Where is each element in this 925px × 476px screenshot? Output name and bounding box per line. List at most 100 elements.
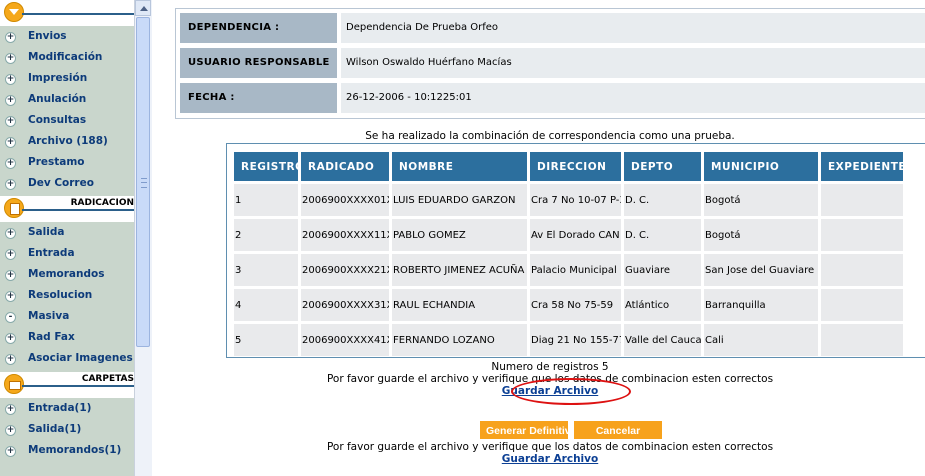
- sidebar-item-dev-correo[interactable]: + Dev Correo: [0, 173, 134, 194]
- carpetas-title: CARPETAS: [77, 374, 134, 384]
- verify-message-2: Por favor guarde el archivo y verifique …: [326, 441, 774, 453]
- scroll-up-arrow-icon[interactable]: [135, 0, 151, 16]
- sidebar-item-entrada[interactable]: + Entrada: [0, 243, 134, 264]
- sidebar-item-label: Entrada(1): [28, 402, 92, 414]
- grip-icon: [141, 178, 147, 188]
- sidebar-item-impresi-n[interactable]: + Impresión: [0, 68, 134, 89]
- table-cell: Guaviare: [624, 254, 701, 286]
- expand-icon[interactable]: +: [5, 354, 16, 365]
- table-cell: Bogotá: [704, 184, 818, 216]
- document-icon: [4, 198, 24, 218]
- table-cell: Diag 21 No 155-77: [530, 324, 621, 356]
- sidebar-item-label: Entrada: [28, 247, 75, 259]
- column-header[interactable]: MUNICIPIO: [704, 152, 818, 181]
- results-table: REGISTRORADICADONOMBREDIRECCIONDEPTOMUNI…: [231, 149, 906, 359]
- sidebar-item-anulaci-n[interactable]: + Anulación: [0, 89, 134, 110]
- sidebar-item-salida-1[interactable]: + Salida(1): [0, 419, 134, 440]
- chevron-down-icon[interactable]: [4, 2, 24, 22]
- table-cell: PABLO GOMEZ: [392, 219, 527, 251]
- divider: [22, 385, 134, 387]
- expand-icon[interactable]: +: [5, 291, 16, 302]
- table-cell: Bogotá: [704, 219, 818, 251]
- sidebar-item-salida[interactable]: + Salida: [0, 222, 134, 243]
- expand-icon[interactable]: +: [5, 95, 16, 106]
- sidebar-item-archivo-188[interactable]: + Archivo (188): [0, 131, 134, 152]
- table-cell: 2006900XXXX21X: [301, 254, 389, 286]
- sidebar: + Envios + Modificación + Impresión + Anulación…: [0, 0, 134, 476]
- generar-definitivo-button[interactable]: Generar Definitivo: [480, 421, 568, 439]
- divider: [22, 209, 134, 211]
- sidebar-item-asociar-imagenes[interactable]: + Asociar Imagenes: [0, 348, 134, 369]
- expand-icon[interactable]: +: [5, 179, 16, 190]
- table-cell: ROBERTO JIMENEZ ACUÑA: [392, 254, 527, 286]
- sidebar-scrollbar[interactable]: [134, 0, 152, 476]
- expand-icon[interactable]: +: [5, 404, 16, 415]
- expand-icon[interactable]: +: [5, 32, 16, 43]
- table-cell: RAUL ECHANDIA: [392, 289, 527, 321]
- expand-icon[interactable]: +: [5, 228, 16, 239]
- fecha-row: FECHA : 26-12-2006 - 10:1225:01: [180, 83, 925, 113]
- table-cell: 2006900XXXX41X: [301, 324, 389, 356]
- table-row: 5 2006900XXXX41X FERNANDO LOZANO Diag 21 No…: [234, 324, 903, 356]
- table-cell: [821, 289, 903, 321]
- table-cell: 2: [234, 219, 298, 251]
- expand-icon[interactable]: +: [5, 249, 16, 260]
- table-cell: 2006900XXXX31X: [301, 289, 389, 321]
- sidebar-item-label: Envios: [28, 30, 67, 42]
- column-header[interactable]: DEPTO: [624, 152, 701, 181]
- table-cell: Cra 58 No 75-59: [530, 289, 621, 321]
- highlight-ellipse: [511, 378, 631, 405]
- divider: [22, 13, 134, 15]
- expand-icon[interactable]: +: [5, 53, 16, 64]
- table-cell: [821, 219, 903, 251]
- sidebar-item-label: Modificación: [28, 51, 103, 63]
- sidebar-item-label: Salida(1): [28, 423, 82, 435]
- collapse-icon[interactable]: -: [5, 312, 16, 323]
- sidebar-item-consultas[interactable]: + Consultas: [0, 110, 134, 131]
- fecha-value: 26-12-2006 - 10:1225:01: [341, 83, 925, 113]
- expand-icon[interactable]: +: [5, 116, 16, 127]
- column-header[interactable]: RADICADO: [301, 152, 389, 181]
- sidebar-item-modificaci-n[interactable]: + Modificación: [0, 47, 134, 68]
- table-cell: [821, 184, 903, 216]
- table-cell: LUIS EDUARDO GARZON: [392, 184, 527, 216]
- expand-icon[interactable]: +: [5, 74, 16, 85]
- column-header[interactable]: NOMBRE: [392, 152, 527, 181]
- fecha-label: FECHA :: [180, 83, 337, 113]
- test-combination-message: Se ha realizado la combinación de corres…: [365, 130, 735, 142]
- expand-icon[interactable]: +: [5, 425, 16, 436]
- guardar-archivo-link-2[interactable]: Guardar Archivo: [502, 453, 598, 465]
- sidebar-item-envios[interactable]: + Envios: [0, 26, 134, 47]
- table-row: 1 2006900XXXX01X LUIS EDUARDO GARZON Cra 7 …: [234, 184, 903, 216]
- expand-icon[interactable]: +: [5, 158, 16, 169]
- sidebar-item-entrada-1[interactable]: + Entrada(1): [0, 398, 134, 419]
- table-cell: D. C.: [624, 184, 701, 216]
- table-cell: 2006900XXXX01X: [301, 184, 389, 216]
- carpetas-header: CARPETAS: [0, 372, 134, 398]
- sidebar-item-resolucion[interactable]: + Resolucion: [0, 285, 134, 306]
- expand-icon[interactable]: +: [5, 446, 16, 457]
- sidebar-item-label: Masiva: [28, 310, 70, 322]
- column-header[interactable]: DIRECCION: [530, 152, 621, 181]
- scrollbar-thumb[interactable]: [136, 17, 150, 347]
- results-table-container: REGISTRORADICADONOMBREDIRECCIONDEPTOMUNI…: [226, 143, 925, 358]
- radicacion-title: RADICACION: [66, 198, 134, 208]
- column-header[interactable]: REGISTRO: [234, 152, 298, 181]
- dependencia-value: Dependencia De Prueba Orfeo: [341, 13, 925, 43]
- expand-icon[interactable]: +: [5, 137, 16, 148]
- table-row: 4 2006900XXXX31X RAUL ECHANDIA Cra 58 No 75…: [234, 289, 903, 321]
- sidebar-menu-header[interactable]: [0, 0, 134, 26]
- cancelar-button[interactable]: Cancelar: [574, 421, 662, 439]
- sidebar-item-label: Archivo (188): [28, 135, 108, 147]
- column-header[interactable]: EXPEDIENTE: [821, 152, 903, 181]
- expand-icon[interactable]: +: [5, 270, 16, 281]
- usuario-row: USUARIO RESPONSABLE : Wilson Oswaldo Hué…: [180, 48, 925, 98]
- sidebar-item-masiva[interactable]: - Masiva: [0, 306, 134, 327]
- sidebar-item-rad-fax[interactable]: + Rad Fax: [0, 327, 134, 348]
- table-cell: Av El Dorado CAN: [530, 219, 621, 251]
- sidebar-item-memorandos-1[interactable]: + Memorandos(1): [0, 440, 134, 461]
- table-row: 3 2006900XXXX21X ROBERTO JIMENEZ ACUÑA Pala…: [234, 254, 903, 286]
- sidebar-item-memorandos[interactable]: + Memorandos: [0, 264, 134, 285]
- expand-icon[interactable]: +: [5, 333, 16, 344]
- sidebar-item-prestamo[interactable]: + Prestamo: [0, 152, 134, 173]
